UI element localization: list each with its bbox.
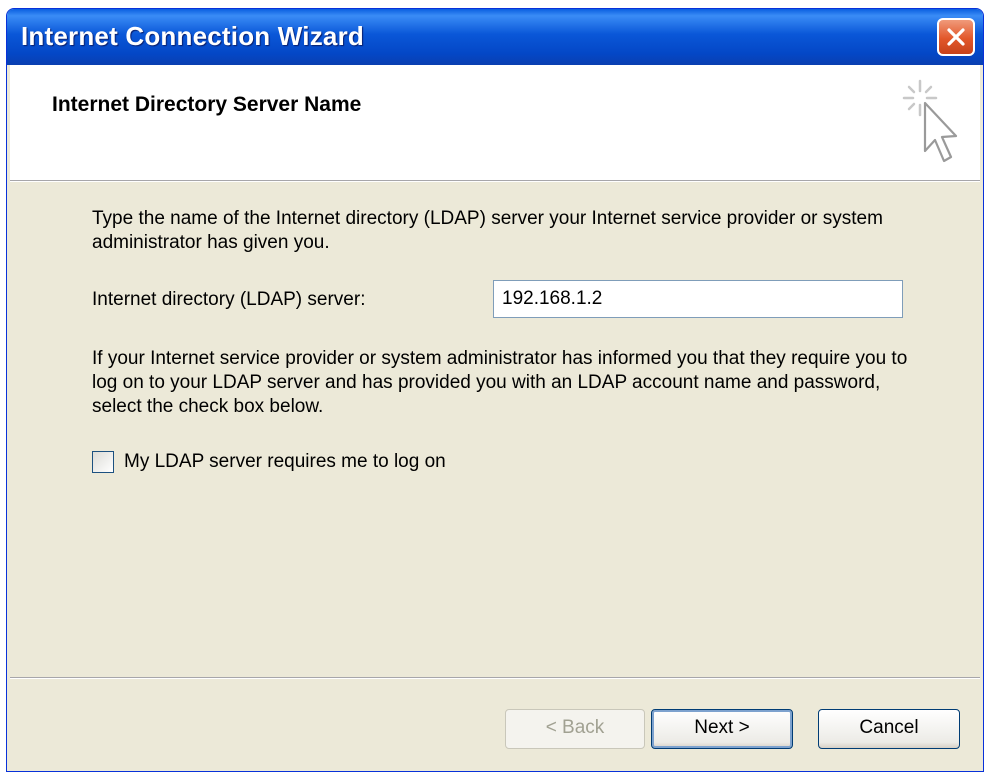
ldap-server-input[interactable] [493,280,903,318]
server-field-label: Internet directory (LDAP) server: [92,289,366,310]
wizard-header: Internet Directory Server Name [10,65,980,180]
wizard-window: Internet Connection Wizard Internet Dire… [6,8,984,772]
logon-info-text: If your Internet service provider or sys… [92,348,908,417]
window-title: Internet Connection Wizard [21,21,364,51]
cancel-button[interactable]: Cancel [818,709,960,749]
logon-checkbox-label[interactable]: My LDAP server requires me to log on [124,450,446,474]
close-button[interactable] [937,18,975,56]
close-icon [947,28,965,46]
title-bar[interactable]: Internet Connection Wizard [7,9,983,65]
back-button[interactable]: < Back [505,709,645,749]
page-title: Internet Directory Server Name [52,93,362,116]
footer-divider [10,677,980,679]
wizard-cursor-icon [902,79,958,163]
next-button[interactable]: Next > [651,709,793,749]
instructions-text: Type the name of the Internet directory … [92,208,883,253]
header-divider [10,180,980,182]
logon-checkbox[interactable] [92,451,114,473]
